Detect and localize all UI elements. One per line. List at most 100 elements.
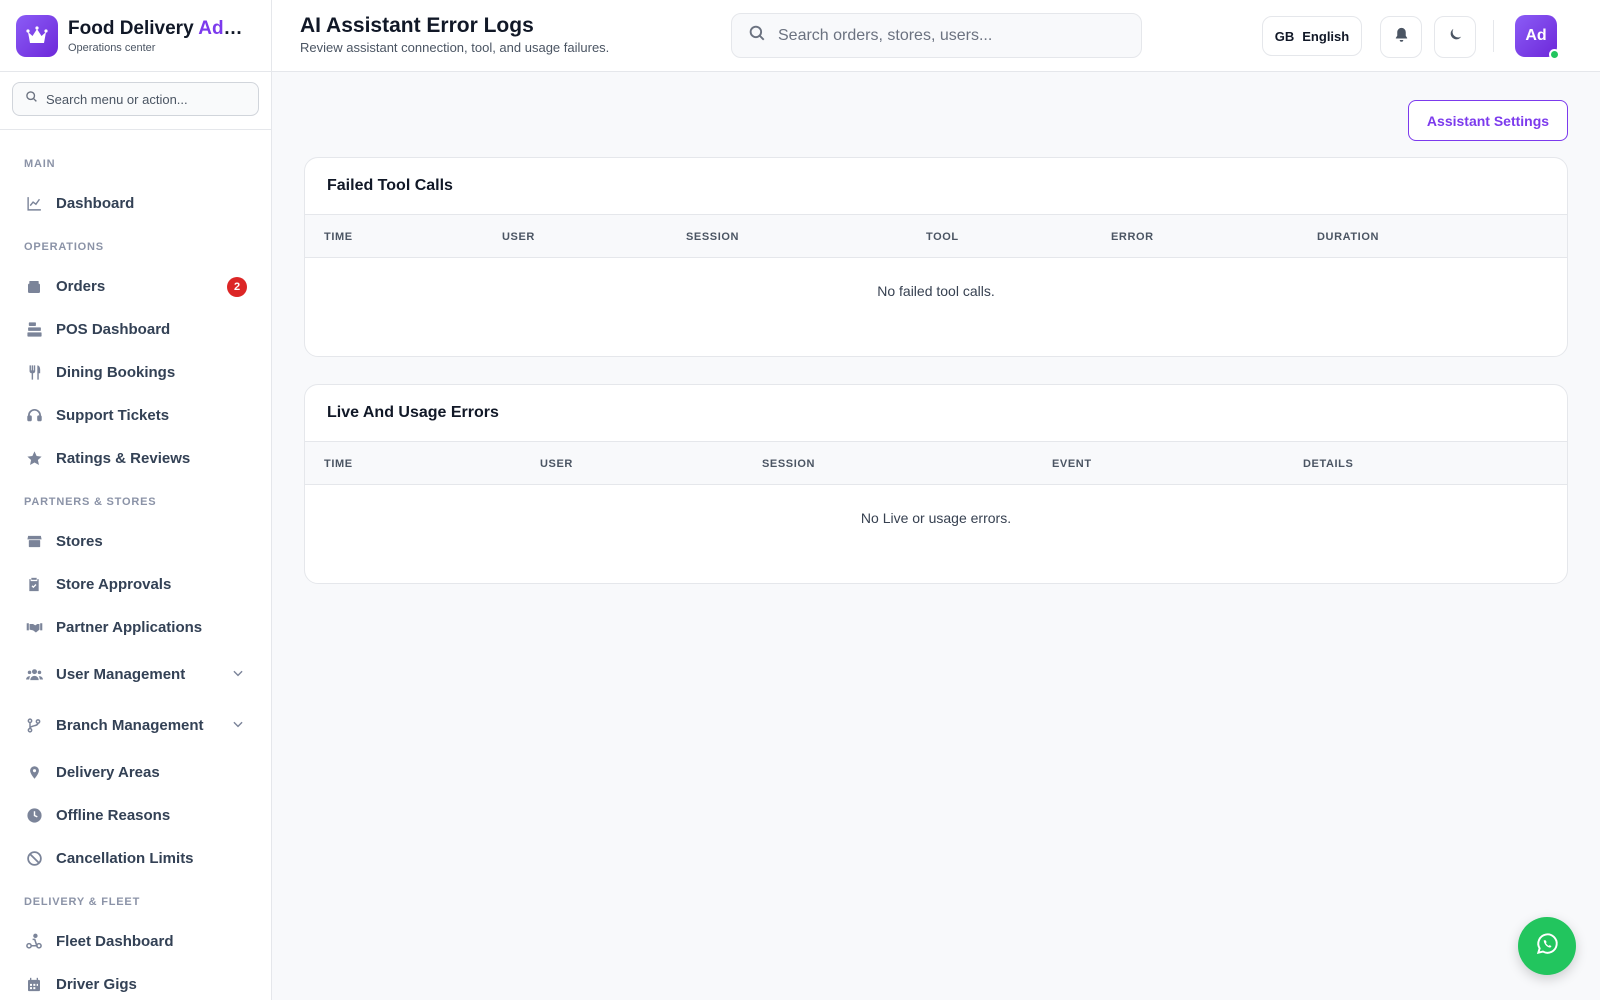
sidebar-item-fleet-dashboard[interactable]: Fleet Dashboard [24, 920, 247, 963]
failed-tool-calls-title: Failed Tool Calls [305, 158, 1567, 215]
sidebar-nav: MAIN Dashboard OPERATIONS Orders 2 POS D… [0, 130, 271, 1000]
cash-register-icon [24, 320, 44, 340]
sidebar-item-label: Orders [56, 278, 106, 295]
sidebar-item-offline-reasons[interactable]: Offline Reasons [24, 794, 247, 837]
column-header[interactable]: SESSION [762, 442, 815, 485]
sidebar-search [12, 82, 259, 116]
utensils-icon [24, 363, 44, 383]
sidebar-item-dining-bookings[interactable]: Dining Bookings [24, 351, 247, 394]
moon-icon [1447, 26, 1464, 48]
sidebar-item-label: User Management [56, 666, 186, 683]
nav-section-main: MAIN [24, 158, 56, 170]
empty-state-message: No Live or usage errors. [860, 510, 1012, 526]
sidebar-item-label: Support Tickets [56, 407, 170, 424]
live-usage-errors-title: Live And Usage Errors [305, 385, 1567, 442]
box-icon [24, 277, 44, 297]
notifications-button[interactable] [1380, 16, 1422, 58]
column-header[interactable]: USER [502, 215, 535, 258]
language-selector[interactable]: GB English [1262, 16, 1362, 56]
sidebar-item-label: Offline Reasons [56, 807, 171, 824]
sidebar-item-label: Ratings & Reviews [56, 450, 191, 467]
global-search [731, 13, 1142, 58]
brand-subtitle: Operations center [68, 41, 156, 54]
map-pin-icon [24, 763, 44, 783]
nav-section-operations: OPERATIONS [24, 241, 104, 253]
assistant-settings-button[interactable]: Assistant Settings [1408, 100, 1568, 141]
sidebar-item-user-management[interactable]: User Management [24, 649, 247, 700]
sidebar-item-label: POS Dashboard [56, 321, 171, 338]
clock-icon [24, 806, 44, 826]
column-header[interactable]: SESSION [686, 215, 739, 258]
sidebar-item-orders[interactable]: Orders 2 [24, 265, 247, 308]
sidebar-item-label: Store Approvals [56, 576, 172, 593]
failed-tool-calls-card: Failed Tool Calls TIME USER SESSION TOOL… [304, 157, 1568, 357]
users-icon [24, 665, 44, 685]
brand-title: Food Delivery Admin [68, 18, 246, 40]
sidebar-item-label: Driver Gigs [56, 976, 137, 993]
column-header[interactable]: TOOL [926, 215, 959, 258]
chevron-down-icon [231, 666, 245, 684]
sidebar-item-partner-applications[interactable]: Partner Applications [24, 606, 247, 649]
orders-count-badge: 2 [227, 276, 247, 297]
column-header[interactable]: TIME [324, 215, 353, 258]
sidebar-item-label: Dashboard [56, 195, 135, 212]
brand-title-main: Food Delivery [68, 17, 199, 39]
headset-icon [24, 406, 44, 426]
sidebar-item-label: Delivery Areas [56, 764, 160, 781]
search-icon [25, 90, 38, 108]
branch-icon [24, 716, 44, 736]
column-header[interactable]: DETAILS [1303, 442, 1353, 485]
nav-section-delivery: DELIVERY & FLEET [24, 896, 141, 908]
handshake-icon [24, 618, 44, 638]
scooter-icon [24, 932, 44, 952]
avatar[interactable]: Ad [1515, 15, 1560, 60]
ban-icon [24, 849, 44, 869]
sidebar-item-label: Branch Management [56, 717, 204, 734]
live-usage-errors-header: TIME USER SESSION EVENT DETAILS [305, 442, 1567, 485]
column-header[interactable]: EVENT [1052, 442, 1092, 485]
clipboard-check-icon [24, 575, 44, 595]
calendar-icon [24, 975, 44, 995]
failed-tool-calls-header: TIME USER SESSION TOOL ERROR DURATION [305, 215, 1567, 258]
star-icon [24, 449, 44, 469]
sidebar-item-stores[interactable]: Stores [24, 520, 247, 563]
nav-section-partners: PARTNERS & STORES [24, 496, 157, 508]
online-status-dot [1549, 49, 1560, 60]
bell-icon [1393, 26, 1410, 49]
page-title: AI Assistant Error Logs [300, 14, 534, 37]
whatsapp-chat-button[interactable] [1518, 917, 1576, 975]
sidebar-item-cancellation-limits[interactable]: Cancellation Limits [24, 837, 247, 880]
live-usage-errors-card: Live And Usage Errors TIME USER SESSION … [304, 384, 1568, 584]
language-code: GB [1274, 28, 1295, 44]
empty-state-message: No failed tool calls. [877, 283, 995, 299]
sidebar-item-support-tickets[interactable]: Support Tickets [24, 394, 247, 437]
sidebar-item-label: Partner Applications [56, 619, 203, 636]
sidebar-item-label: Cancellation Limits [56, 850, 194, 867]
brand[interactable]: Food Delivery Admin Operations center [0, 0, 271, 72]
global-search-input[interactable] [778, 26, 1118, 45]
column-header[interactable]: TIME [324, 442, 353, 485]
header-divider [1493, 20, 1494, 52]
sidebar-search-input[interactable] [46, 91, 236, 107]
theme-toggle-button[interactable] [1434, 16, 1476, 58]
sidebar-item-pos-dashboard[interactable]: POS Dashboard [24, 308, 247, 351]
column-header[interactable]: ERROR [1111, 215, 1154, 258]
column-header[interactable]: USER [540, 442, 573, 485]
sidebar: Food Delivery Admin Operations center MA… [0, 0, 272, 1000]
sidebar-item-driver-gigs[interactable]: Driver Gigs [24, 963, 247, 1000]
avatar-initials: Ad [1525, 27, 1547, 44]
top-header: AI Assistant Error Logs Review assistant… [272, 0, 1600, 72]
sidebar-item-label: Dining Bookings [56, 364, 176, 381]
column-header[interactable]: DURATION [1317, 215, 1379, 258]
sidebar-item-label: Fleet Dashboard [56, 933, 174, 950]
page-subtitle: Review assistant connection, tool, and u… [300, 40, 610, 55]
sidebar-item-label: Stores [56, 533, 103, 550]
sidebar-item-dashboard[interactable]: Dashboard [24, 182, 247, 225]
store-icon [24, 532, 44, 552]
sidebar-item-branch-management[interactable]: Branch Management [24, 700, 247, 751]
language-label: English [1302, 28, 1350, 44]
brand-title-accent: Admin [198, 17, 246, 39]
sidebar-item-delivery-areas[interactable]: Delivery Areas [24, 751, 247, 794]
sidebar-item-store-approvals[interactable]: Store Approvals [24, 563, 247, 606]
sidebar-item-ratings-reviews[interactable]: Ratings & Reviews [24, 437, 247, 480]
